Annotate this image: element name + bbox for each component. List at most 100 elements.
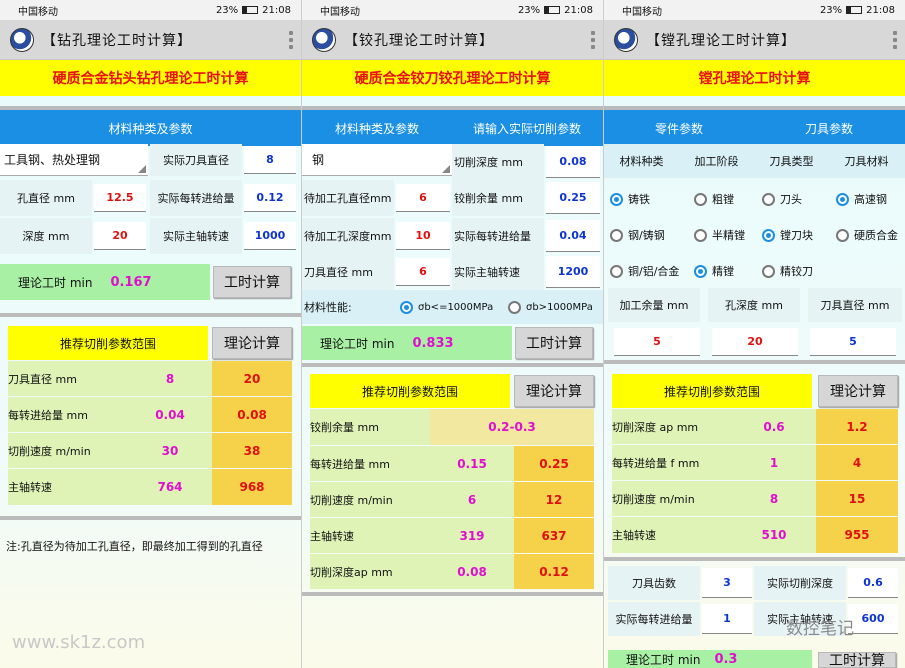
input-allowance[interactable]: 5 <box>614 328 700 356</box>
material-dropdown[interactable]: 钢 <box>302 144 452 176</box>
label-allowance: 铰削余量 mm <box>452 180 544 216</box>
rec-max: 1.2 <box>816 409 898 444</box>
label-hole-dia: 待加工孔直径mm <box>302 180 394 216</box>
radio-semi-finish[interactable]: 半精镗 <box>694 222 769 248</box>
input-allowance[interactable]: 0.25 <box>546 182 600 214</box>
rec-label: 铰削余量 mm <box>310 409 430 445</box>
status-bar: 中国移动 23% 21:08 <box>0 0 301 20</box>
app-logo-icon <box>614 27 638 52</box>
input-actual-speed[interactable]: 1000 <box>244 222 296 250</box>
rec-min: 30 <box>128 433 212 468</box>
rec-title: 推荐切削参数范围 <box>8 326 208 360</box>
material-dropdown[interactable]: 工具钢、热处理钢 <box>0 144 148 176</box>
battery-icon <box>846 6 863 14</box>
input-actual-depth[interactable]: 0.6 <box>848 568 898 598</box>
column-headers: 材料种类 加工阶段 刀具类型 刀具材料 <box>604 144 905 178</box>
input-hole-dia[interactable]: 6 <box>396 184 450 212</box>
input-tool-dia[interactable]: 6 <box>396 258 450 286</box>
radio-copper[interactable]: 铜/铝/合金 <box>610 258 700 284</box>
rec-label: 刀具直径 mm <box>8 361 128 396</box>
label-depth: 深度 mm <box>0 218 92 254</box>
radio-rough[interactable]: 粗镗 <box>694 186 769 212</box>
label-hole-depth: 孔深度 mm <box>708 288 800 322</box>
input-actual-tool-dia[interactable]: 8 <box>244 146 296 174</box>
input-hole-depth[interactable]: 20 <box>712 328 798 356</box>
radio-finish[interactable]: 精镗 <box>694 258 769 284</box>
rec-min: 0.08 <box>430 554 514 589</box>
label-tool-dia: 刀具直径 mm <box>302 254 394 290</box>
rec-label: 切削速度 m/min <box>612 481 732 516</box>
result-label: 理论工时 min <box>320 336 395 351</box>
rec-label: 切削深度ap mm <box>310 554 430 589</box>
screen-drilling: 中国移动 23% 21:08 【钻孔理论工时计算】 硬质合金钻头钻孔理论工时计算 … <box>0 0 301 668</box>
calc-time-button[interactable]: 工时计算 <box>818 652 896 668</box>
radio-finish-reamer[interactable]: 精铰刀 <box>762 258 837 284</box>
app-logo-icon <box>312 27 336 52</box>
result-label: 理论工时 min <box>18 275 93 290</box>
input-actual-speed[interactable]: 1200 <box>546 256 600 288</box>
input-actual-feed[interactable]: 0.04 <box>546 220 600 252</box>
section-header: 零件参数 刀具参数 <box>604 110 905 146</box>
input-teeth[interactable]: 3 <box>702 568 752 598</box>
theory-calc-button[interactable]: 理论计算 <box>818 375 898 407</box>
rec-label: 切削速度 m/min <box>8 433 128 468</box>
overflow-menu-icon[interactable] <box>591 30 595 49</box>
input-hole-depth[interactable]: 10 <box>396 222 450 250</box>
input-hole-dia[interactable]: 12.5 <box>94 184 146 212</box>
result-label: 理论工时 min <box>626 652 701 667</box>
label-actual-speed: 实际主轴转速 <box>150 218 242 254</box>
theory-calc-button[interactable]: 理论计算 <box>212 327 292 359</box>
input-actual-feed[interactable]: 1 <box>702 604 752 634</box>
rec-max: 637 <box>514 518 594 553</box>
rec-range: 0.2-0.3 <box>430 409 594 445</box>
result-value: 0.167 <box>110 274 152 290</box>
input-tool-dia[interactable]: 5 <box>810 328 896 356</box>
battery-text: 23% <box>517 4 541 16</box>
overflow-menu-icon[interactable] <box>289 30 293 49</box>
section-header: 材料种类及参数 <box>0 110 301 146</box>
radio-cast-iron[interactable]: 铸铁 <box>610 186 700 212</box>
result-row: 理论工时 min 0.167 <box>0 264 210 300</box>
banner-title: 镗孔理论工时计算 <box>604 60 905 96</box>
rec-min: 319 <box>430 518 514 553</box>
perf-a-label: σb<=1000MPa <box>418 301 494 313</box>
col-material: 材料种类 <box>619 155 664 168</box>
input-actual-speed[interactable]: 600 <box>848 604 898 634</box>
note-text: 注:孔直径为待加工孔直径，即最终加工得到的孔直径 <box>6 540 263 553</box>
label-actual-tool-dia: 实际刀具直径 <box>150 144 242 176</box>
header-material: 材料种类及参数 <box>334 121 419 136</box>
rec-label: 主轴转速 <box>310 518 430 553</box>
radio-boring-block[interactable]: 镗刀块 <box>762 222 837 248</box>
label-allowance: 加工余量 mm <box>608 288 700 322</box>
app-title: 【镗孔理论工时计算】 <box>646 32 796 49</box>
input-cut-depth[interactable]: 0.08 <box>546 146 600 178</box>
battery-text: 23% <box>819 4 843 16</box>
radio-cutter-head[interactable]: 刀头 <box>762 186 837 212</box>
radio-hss[interactable]: 高速钢 <box>836 186 905 212</box>
header-part: 零件参数 <box>654 121 703 136</box>
app-bar: 【镗孔理论工时计算】 <box>604 20 905 60</box>
clock: 21:08 <box>564 4 593 16</box>
calc-time-button[interactable]: 工时计算 <box>213 266 291 298</box>
label-hole-depth: 待加工孔深度mm <box>302 218 394 254</box>
perf-row: 材料性能: σb<=1000MPa σb>1000MPa <box>302 290 603 324</box>
theory-calc-button[interactable]: 理论计算 <box>514 375 594 407</box>
input-actual-feed[interactable]: 0.12 <box>244 184 296 212</box>
radio-carbide[interactable]: 硬质合金 <box>836 222 905 248</box>
calc-time-button[interactable]: 工时计算 <box>515 327 593 359</box>
label-teeth: 刀具齿数 <box>608 566 700 600</box>
rec-min: 8 <box>128 361 212 396</box>
battery-icon <box>242 6 259 14</box>
radio-steel[interactable]: 钢/铸钢 <box>610 222 700 248</box>
input-depth[interactable]: 20 <box>94 222 146 250</box>
label-actual-feed: 实际每转进给量 <box>150 180 242 216</box>
overflow-menu-icon[interactable] <box>893 30 897 49</box>
carrier: 中国移动 <box>18 6 58 18</box>
result-value: 0.833 <box>412 335 454 351</box>
battery-text: 23% <box>215 4 239 16</box>
perf-radio-b[interactable] <box>508 300 521 314</box>
perf-radio-a[interactable] <box>400 300 413 314</box>
perf-label: 材料性能: <box>304 301 352 314</box>
app-logo-icon <box>10 27 34 52</box>
rec-max: 20 <box>212 361 292 396</box>
